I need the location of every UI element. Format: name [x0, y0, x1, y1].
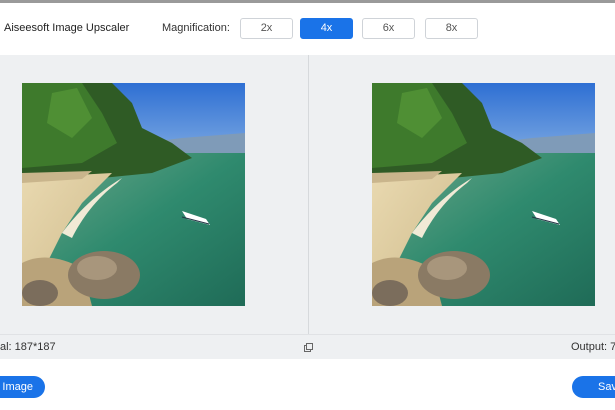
new-image-button[interactable]: v Image — [0, 376, 45, 398]
original-beach-image — [22, 83, 245, 306]
preview-divider — [308, 55, 309, 334]
magnification-2x-button[interactable]: 2x — [240, 18, 293, 39]
magnification-6x-button[interactable]: 6x — [362, 18, 415, 39]
original-size-label: al: 187*187 — [0, 341, 56, 353]
magnification-8x-button[interactable]: 8x — [425, 18, 478, 39]
compare-icon[interactable] — [304, 343, 313, 352]
size-info-bar: al: 187*187 Output: 7 — [0, 334, 615, 359]
magnification-label: Magnification: — [162, 22, 230, 34]
app-title: Aiseesoft Image Upscaler — [4, 22, 130, 34]
output-size-label: Output: 7 — [571, 341, 615, 353]
output-beach-image — [372, 83, 595, 306]
output-image-preview — [372, 83, 595, 306]
footer-bar: v Image Sav — [0, 359, 615, 410]
save-button[interactable]: Sav — [572, 376, 615, 398]
preview-workspace — [0, 55, 615, 334]
magnification-4x-button[interactable]: 4x — [300, 18, 353, 39]
original-image-preview — [22, 83, 245, 306]
header-bar: Aiseesoft Image Upscaler Magnification: … — [0, 3, 615, 55]
